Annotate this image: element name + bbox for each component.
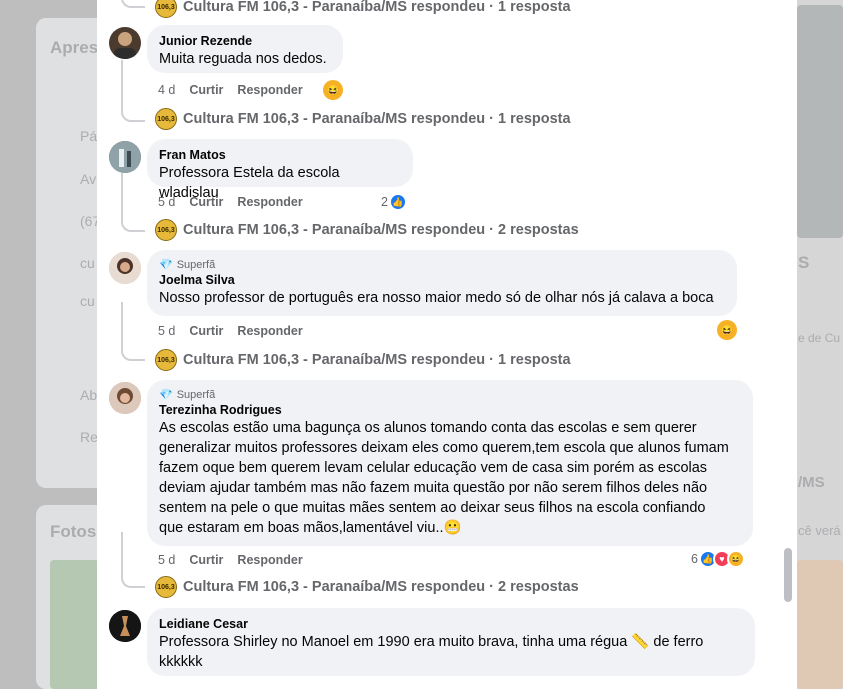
like-button[interactable]: Curtir xyxy=(189,324,223,338)
avatar[interactable] xyxy=(109,382,141,414)
comments-modal: 106,3 Cultura FM 106,3 - Paranaíba/MS re… xyxy=(97,0,797,689)
page-avatar: 106,3 xyxy=(155,349,177,371)
comment-text-line: As escolas estão uma bagunça os alunos t… xyxy=(159,420,697,436)
superfan-badge: 💎 Superfã xyxy=(159,388,741,402)
reaction-summary[interactable]: 2 👍 xyxy=(381,193,407,211)
reply-summary[interactable]: 106,3 Cultura FM 106,3 - Paranaíba/MS re… xyxy=(155,108,571,130)
like-button[interactable]: Curtir xyxy=(189,195,223,209)
thread-line xyxy=(121,0,145,8)
reply-summary-text[interactable]: Cultura FM 106,3 - Paranaíba/MS responde… xyxy=(183,352,571,368)
comment-actions: 4 d Curtir Responder xyxy=(158,83,303,97)
comment-author[interactable]: Fran Matos xyxy=(159,147,401,163)
comment-bubble: Junior Rezende Muita reguada nos dedos. xyxy=(147,25,343,73)
comment-bubble: 💎 Superfã Joelma Silva Nosso professor de… xyxy=(147,250,737,316)
comment-text-line: fazem oque bem querem levam celular educ… xyxy=(159,460,708,476)
reply-summary-text[interactable]: Cultura FM 106,3 - Paranaíba/MS responde… xyxy=(183,222,579,238)
comment-text-line: deviam ajudar também mas não fazem muita… xyxy=(159,480,708,496)
badge-label: Superfã xyxy=(176,259,216,271)
avatar[interactable] xyxy=(109,27,141,59)
reply-summary[interactable]: 106,3 Cultura FM 106,3 - Paranaíba/MS re… xyxy=(155,349,571,371)
comment-time[interactable]: 5 d xyxy=(158,553,175,567)
haha-reaction-icon[interactable]: 😆 xyxy=(717,320,737,340)
comment-text-line: generalizar muitos professores deixam el… xyxy=(159,440,729,456)
reaction-count: 2 xyxy=(381,195,388,209)
page-avatar: 106,3 xyxy=(155,108,177,130)
comment-text-line: sentem na pele o que muitas mães sentem … xyxy=(159,500,706,516)
reply-summary[interactable]: 106,3 Cultura FM 106,3 - Paranaíba/MS re… xyxy=(155,576,579,598)
page-avatar: 106,3 xyxy=(155,219,177,241)
comment-author[interactable]: Leidiane Cesar xyxy=(159,616,743,632)
like-reaction-icon: 👍 xyxy=(388,193,407,211)
comment-actions: 5 d Curtir Responder xyxy=(158,324,303,338)
reply-button[interactable]: Responder xyxy=(237,83,302,97)
thread-line xyxy=(121,302,145,361)
comment-text-fragment: que estaram em boas mãos,lamentável viu.… xyxy=(159,520,444,536)
comment-bubble: Leidiane Cesar Professora Shirley no Man… xyxy=(147,608,755,676)
comment-author[interactable]: Junior Rezende xyxy=(159,33,331,49)
reply-summary-text[interactable]: Cultura FM 106,3 - Paranaíba/MS responde… xyxy=(183,0,571,15)
scrollbar-thumb[interactable] xyxy=(784,548,792,602)
grimace-emoji-icon: 😬 xyxy=(443,520,462,536)
comment-bubble: 💎 Superfã Terezinha Rodrigues As escolas … xyxy=(147,380,753,546)
comment-text-line: que estaram em boas mãos,lamentável viu.… xyxy=(159,518,741,538)
comment-bubble: Fran Matos Professora Estela da escola w… xyxy=(147,139,413,201)
comment-text: As escolas estão uma bagunça os alunos t… xyxy=(159,418,741,538)
thread-line xyxy=(121,532,145,588)
like-button[interactable]: Curtir xyxy=(189,83,223,97)
comment-text: Muita reguada nos dedos. xyxy=(159,51,327,67)
comment-time[interactable]: 4 d xyxy=(158,83,175,97)
diamond-icon: 💎 xyxy=(159,389,173,401)
reply-summary-text[interactable]: Cultura FM 106,3 - Paranaíba/MS responde… xyxy=(183,111,571,127)
comment-text-line: kkkkkk xyxy=(159,654,203,670)
like-button[interactable]: Curtir xyxy=(189,553,223,567)
superfan-badge: 💎 Superfã xyxy=(159,258,725,272)
thread-line xyxy=(121,60,145,122)
comment-text-line: Professora Shirley no Manoel em 1990 era… xyxy=(159,634,704,650)
avatar[interactable] xyxy=(109,252,141,284)
diamond-icon: 💎 xyxy=(159,259,173,271)
reply-button[interactable]: Responder xyxy=(237,195,302,209)
haha-reaction-icon: 😆 xyxy=(726,550,745,568)
badge-label: Superfã xyxy=(176,389,216,401)
reply-summary[interactable]: 106,3 Cultura FM 106,3 - Paranaíba/MS re… xyxy=(155,0,571,18)
page-avatar: 106,3 xyxy=(155,0,177,18)
comment-author[interactable]: Joelma Silva xyxy=(159,272,725,288)
reaction-summary[interactable]: 6 👍 ♥ 😆 xyxy=(691,550,745,568)
reply-summary-text[interactable]: Cultura FM 106,3 - Paranaíba/MS responde… xyxy=(183,579,579,595)
comment-text: Nosso professor de português era nosso m… xyxy=(159,290,714,306)
reply-summary[interactable]: 106,3 Cultura FM 106,3 - Paranaíba/MS re… xyxy=(155,219,579,241)
reply-button[interactable]: Responder xyxy=(237,553,302,567)
comment-author[interactable]: Terezinha Rodrigues xyxy=(159,402,741,418)
thread-line xyxy=(121,173,145,232)
comment-time[interactable]: 5 d xyxy=(158,324,175,338)
comment-time[interactable]: 5 d xyxy=(158,195,175,209)
comment-actions: 5 d Curtir Responder xyxy=(158,553,303,567)
comment-actions: 5 d Curtir Responder xyxy=(158,195,303,209)
avatar[interactable] xyxy=(109,610,141,642)
comment-text: Professora Shirley no Manoel em 1990 era… xyxy=(159,632,743,672)
avatar[interactable] xyxy=(109,141,141,173)
haha-reaction-icon[interactable]: 😆 xyxy=(323,80,343,100)
reaction-count: 6 xyxy=(691,552,698,566)
page-avatar: 106,3 xyxy=(155,576,177,598)
reply-button[interactable]: Responder xyxy=(237,324,302,338)
